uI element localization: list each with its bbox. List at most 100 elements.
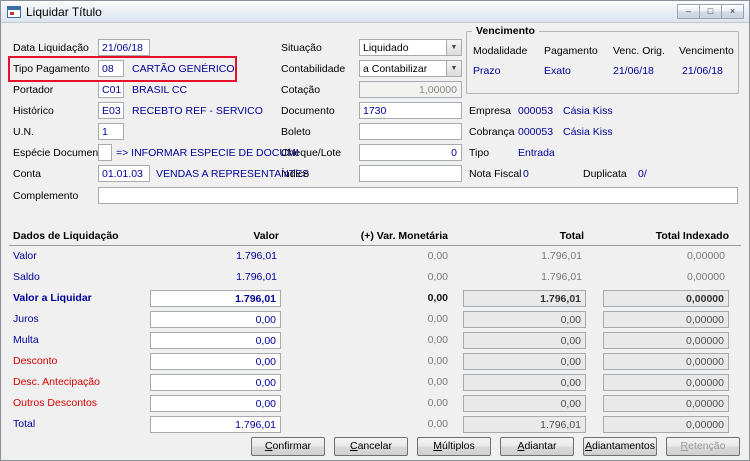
outros-descontos-input[interactable]: 0,00 [150,395,281,412]
outros-descontos-var-text: 0,00 [427,397,448,409]
label-nota-fiscal: Nota Fiscal [469,168,522,180]
desc-antecipacao-input[interactable]: 0,00 [150,374,281,391]
indice-input[interactable] [359,165,462,182]
empresa-name: Cásia Kiss [563,105,613,117]
conta-input[interactable]: 01.01.03 [98,165,150,182]
historico-description: RECEBTO REF - SERVICO [132,105,263,117]
desc-antecipacao-var-text: 0,00 [427,376,448,388]
situacao-value: Liquidado [363,42,409,54]
valor-a-liquidar-total-box: 1.796,01 [463,290,586,307]
juros-indexado-box: 0,00000 [603,311,729,328]
valor-a-liquidar-var-text: 0,00 [427,292,448,304]
valor-a-liquidar-row-label: Valor a Liquidar [13,292,92,304]
label-boleto: Boleto [281,126,311,138]
grid-header-total-indexado: Total Indexado [655,230,729,242]
valor-valor-text: 1.796,01 [236,250,277,262]
desconto-row-label: Desconto [13,355,58,367]
adiantamentos-button[interactable]: Adiantamentos [583,437,657,456]
multiplos-button[interactable]: Múltiplos [417,437,491,456]
juros-var-text: 0,00 [427,313,448,325]
label-tipo: Tipo [469,147,490,159]
tipo-value: Entrada [518,147,555,159]
contabilidade-combobox[interactable]: a Contabilizar ▼ [359,60,462,77]
venc-value-pagamento: Exato [544,65,571,77]
situacao-combobox[interactable]: Liquidado ▼ [359,39,462,56]
especie-documento-input[interactable] [98,144,112,161]
outros-descontos-row-label: Outros Descontos [13,397,98,409]
saldo-total-text: 1.796,01 [541,271,582,283]
valor-a-liquidar-input[interactable]: 1.796,01 [150,290,281,307]
multa-total-box: 0,00 [463,332,586,349]
retencao-button[interactable]: Retenção [666,437,740,456]
juros-total-box: 0,00 [463,311,586,328]
juros-row-label: Juros [13,313,39,325]
desconto-total-box: 0,00 [463,353,586,370]
confirmar-button[interactable]: Confirmar [251,437,325,456]
window-icon [7,5,21,18]
label-data-liquidacao: Data Liquidação [13,42,89,54]
label-complemento: Complemento [13,190,79,202]
tipo-pagamento-highlight [8,56,237,82]
saldo-var-text: 0,00 [427,271,448,283]
vencimento-group-title: Vencimento [472,25,539,37]
valor-a-liquidar-indexado-box: 0,00000 [603,290,729,307]
caption-buttons: – □ × [677,4,744,19]
cotacao-input: 1,00000 [359,81,462,98]
cheque-lote-input[interactable]: 0 [359,144,462,161]
portador-input[interactable]: C01 [98,81,124,98]
label-empresa: Empresa [469,105,512,117]
grid-header-divider [9,245,741,246]
minimize-icon[interactable]: – [677,4,700,19]
data-liquidacao-input[interactable]: 21/06/18 [98,39,150,56]
cobranca-name: Cásia Kiss [563,126,613,138]
label-contabilidade: Contabilidade [281,63,346,75]
grid-header-dados: Dados de Liquidação [13,230,119,242]
historico-input[interactable]: E03 [98,102,124,119]
cobranca-code: 000053 [518,126,554,138]
label-situacao: Situação [281,42,322,54]
maximize-icon[interactable]: □ [699,4,722,19]
total-input[interactable]: 1.796,01 [150,416,281,433]
outros-descontos-total-box: 0,00 [463,395,586,412]
venc-header-modalidade: Modalidade [473,45,528,57]
un-input[interactable]: 1 [98,123,124,140]
desconto-input[interactable]: 0,00 [150,353,281,370]
juros-input[interactable]: 0,00 [150,311,281,328]
vencimento-groupbox [466,31,739,94]
label-duplicata: Duplicata [583,168,627,180]
boleto-input[interactable] [359,123,462,140]
complemento-input[interactable] [98,187,738,204]
grid-header-total: Total [559,230,584,242]
label-documento: Documento [281,105,335,117]
documento-input[interactable]: 1730 [359,102,462,119]
venc-value-vencimento: 21/06/18 [682,65,723,77]
label-cobranca: Cobrança [469,126,515,138]
titlebar[interactable]: Liquidar Título – □ × [1,1,749,23]
venc-header-pagamento: Pagamento [544,45,598,57]
close-icon[interactable]: × [721,4,744,19]
adiantar-button[interactable]: Adiantar [500,437,574,456]
total-indexado-box: 0,00000 [603,416,729,433]
total-var-text: 0,00 [427,418,448,430]
grid-header-var-monetaria: (+) Var. Monetária [360,230,448,242]
multa-row-label: Multa [13,334,39,346]
label-conta: Conta [13,168,42,180]
total-row-label: Total [13,418,36,430]
desc-antecipacao-row-label: Desc. Antecipação [13,376,100,388]
empresa-code: 000053 [518,105,554,117]
chevron-down-icon[interactable]: ▼ [446,40,461,55]
venc-value-modalidade: Prazo [473,65,501,77]
desconto-indexado-box: 0,00000 [603,353,729,370]
multa-input[interactable]: 0,00 [150,332,281,349]
cancelar-button[interactable]: Cancelar [334,437,408,456]
portador-description: BRASIL CC [132,84,188,96]
outros-descontos-indexado-box: 0,00000 [603,395,729,412]
chevron-down-icon[interactable]: ▼ [446,61,461,76]
dialog-liquidar-titulo: Liquidar Título – □ × Data Liquidação 21… [0,0,750,461]
venc-header-vencimento: Vencimento [679,45,734,57]
label-indice: Índice [281,168,310,180]
venc-value-venc-orig: 21/06/18 [613,65,654,77]
valor-var-text: 0,00 [427,250,448,262]
valor-total-text: 1.796,01 [541,250,582,262]
contabilidade-value: a Contabilizar [363,63,428,75]
